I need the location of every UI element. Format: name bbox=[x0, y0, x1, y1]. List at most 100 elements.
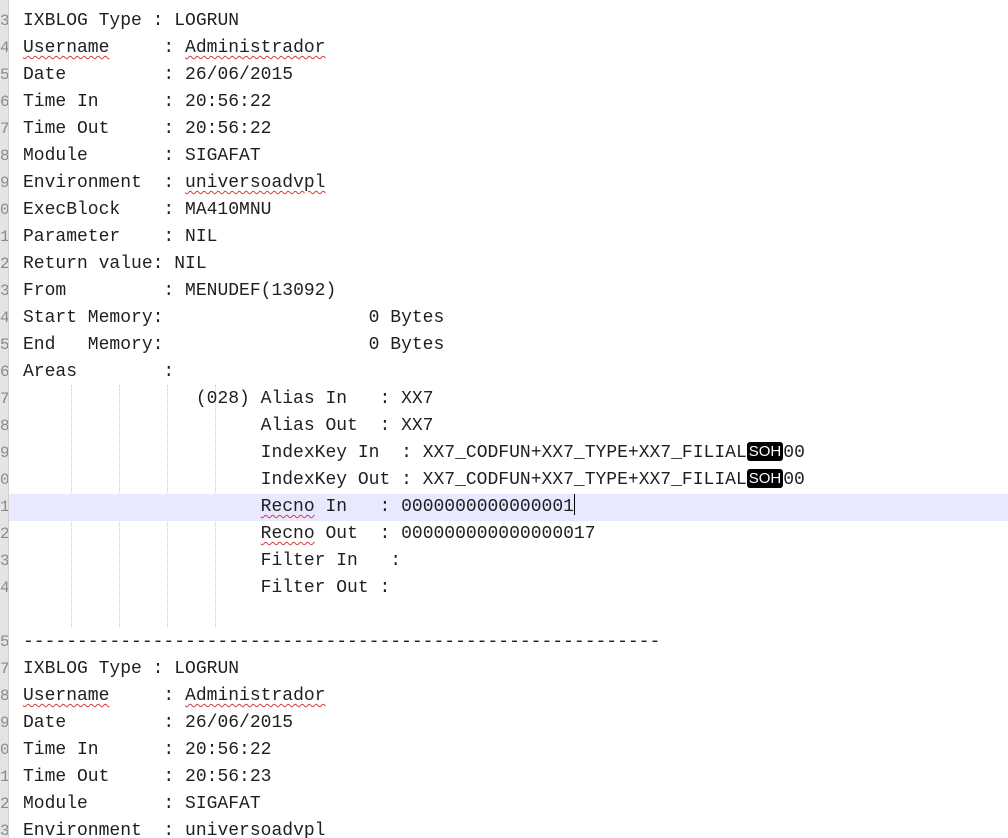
field-value: XX7 bbox=[401, 416, 434, 436]
log-line: Module : SIGAFAT bbox=[23, 794, 261, 814]
field-value: 0000000000000001 bbox=[401, 497, 574, 517]
field-value: SIGAFAT bbox=[185, 794, 261, 814]
log-line: Start Memory: 0 Bytes bbox=[23, 308, 445, 328]
field-key: Username bbox=[23, 686, 110, 706]
field-key: Return value bbox=[23, 254, 153, 274]
field-key: Module bbox=[23, 794, 88, 814]
log-line: End Memory: 0 Bytes bbox=[23, 335, 445, 355]
line-number: 1 bbox=[0, 494, 8, 521]
field-value-tail: 00 bbox=[783, 470, 805, 490]
field-key: In bbox=[325, 497, 348, 517]
line-number: 3 bbox=[0, 548, 8, 575]
log-line: Environment : universoadvpl bbox=[23, 173, 326, 193]
separator: ----------------------------------------… bbox=[23, 632, 661, 652]
control-char-soh: SOH bbox=[746, 442, 784, 461]
log-line: Recno Out : 000000000000000017 bbox=[260, 524, 596, 544]
log-line: ExecBlock : MA410MNU bbox=[23, 200, 272, 220]
field-value: SIGAFAT bbox=[185, 146, 261, 166]
log-line: Date : 26/06/2015 bbox=[23, 65, 294, 85]
field-key: Alias In bbox=[260, 389, 348, 409]
log-line: Filter Out : bbox=[260, 578, 391, 598]
field-value: LOGRUN bbox=[174, 11, 240, 31]
log-line: Time Out : 20:56:22 bbox=[23, 119, 272, 139]
field-value: 26/06/2015 bbox=[185, 65, 294, 85]
field-key: IndexKey In bbox=[260, 443, 380, 463]
field-value: universoadvpl bbox=[185, 173, 326, 193]
line-number: 3 bbox=[0, 278, 8, 305]
log-line: Module : SIGAFAT bbox=[23, 146, 261, 166]
field-value: XX7_CODFUN+XX7_TYPE+XX7_FILIAL bbox=[422, 470, 747, 490]
field-key: Date bbox=[23, 713, 67, 733]
line-number: 0 bbox=[0, 197, 8, 224]
field-value: NIL bbox=[174, 254, 207, 274]
field-key: Username bbox=[23, 38, 110, 58]
line-number: 3 bbox=[0, 818, 8, 838]
line-number: 1 bbox=[0, 764, 8, 791]
field-key: Environment bbox=[23, 821, 142, 838]
field-value: 20:56:23 bbox=[185, 767, 272, 787]
log-line: Return value: NIL bbox=[23, 254, 207, 274]
field-key: Module bbox=[23, 146, 88, 166]
line-number: 9 bbox=[0, 710, 8, 737]
line-number: 2 bbox=[0, 521, 8, 548]
field-key: IXBLOG Type bbox=[23, 11, 142, 31]
line-number: 4 bbox=[0, 575, 8, 602]
field-key: IndexKey Out bbox=[260, 470, 391, 490]
log-line: (028) Alias In : XX7 bbox=[195, 389, 434, 409]
line-number: 4 bbox=[0, 305, 8, 332]
field-key: Recno bbox=[260, 524, 315, 544]
field-key: Out bbox=[325, 524, 358, 544]
log-line: Date : 26/06/2015 bbox=[23, 713, 294, 733]
field-key: Filter In bbox=[260, 551, 358, 571]
line-number: 5 bbox=[0, 629, 8, 656]
line-number: 6 bbox=[0, 359, 8, 386]
log-line: IXBLOG Type : LOGRUN bbox=[23, 659, 240, 679]
line-number: 0 bbox=[0, 737, 8, 764]
line-number: 1 bbox=[0, 224, 8, 251]
current-line[interactable]: Recno In : 0000000000000001 bbox=[9, 494, 1008, 521]
log-line: IndexKey Out : XX7_CODFUN+XX7_TYPE+XX7_F… bbox=[260, 469, 805, 490]
field-key: From bbox=[23, 281, 67, 301]
line-number: 4 bbox=[0, 35, 8, 62]
field-value: 0 Bytes bbox=[368, 308, 445, 328]
line-number: 8 bbox=[0, 143, 8, 170]
line-number: 8 bbox=[0, 683, 8, 710]
field-key: Date bbox=[23, 65, 67, 85]
text-area[interactable]: IXBLOG Type : LOGRUN Username : Administ… bbox=[9, 0, 1008, 838]
line-number: 3 bbox=[0, 8, 8, 35]
text-editor[interactable]: 3 4 5 6 7 8 9 0 1 2 3 4 5 6 7 8 9 0 1 2 … bbox=[0, 0, 1008, 838]
field-value: 20:56:22 bbox=[185, 119, 272, 139]
line-number: 5 bbox=[0, 62, 8, 89]
field-key: Parameter bbox=[23, 227, 121, 247]
field-value: NIL bbox=[185, 227, 218, 247]
line-number: 9 bbox=[0, 170, 8, 197]
field-value: 20:56:22 bbox=[185, 740, 272, 760]
log-line: Time Out : 20:56:23 bbox=[23, 767, 272, 787]
log-line: IXBLOG Type : LOGRUN bbox=[23, 11, 240, 31]
field-value: 20:56:22 bbox=[185, 92, 272, 112]
field-value: 0 Bytes bbox=[368, 335, 445, 355]
field-key: Filter Out bbox=[260, 578, 369, 598]
line-number: 7 bbox=[0, 116, 8, 143]
line-number: 2 bbox=[0, 791, 8, 818]
line-number: 5 bbox=[0, 332, 8, 359]
field-value: 000000000000000017 bbox=[401, 524, 596, 544]
log-line: Username : Administrador bbox=[23, 686, 326, 706]
log-line: From : MENUDEF(13092) bbox=[23, 281, 337, 301]
field-key: Environment bbox=[23, 173, 142, 193]
line-number: 6 bbox=[0, 89, 8, 116]
log-line: Environment : universoadvpl bbox=[9, 818, 1008, 838]
line-number: 7 bbox=[0, 386, 8, 413]
line-number: 2 bbox=[0, 251, 8, 278]
area-index: (028) bbox=[195, 389, 250, 409]
line-number: 7 bbox=[0, 656, 8, 683]
field-key: Time In bbox=[23, 92, 99, 112]
field-value: 26/06/2015 bbox=[185, 713, 294, 733]
field-key: Alias Out bbox=[260, 416, 358, 436]
log-line: Parameter : NIL bbox=[23, 227, 218, 247]
log-line: Time In : 20:56:22 bbox=[23, 92, 272, 112]
field-value: XX7 bbox=[401, 389, 434, 409]
log-line: Areas : bbox=[23, 362, 175, 382]
line-number bbox=[0, 602, 8, 629]
line-number-gutter: 3 4 5 6 7 8 9 0 1 2 3 4 5 6 7 8 9 0 1 2 … bbox=[0, 0, 9, 838]
